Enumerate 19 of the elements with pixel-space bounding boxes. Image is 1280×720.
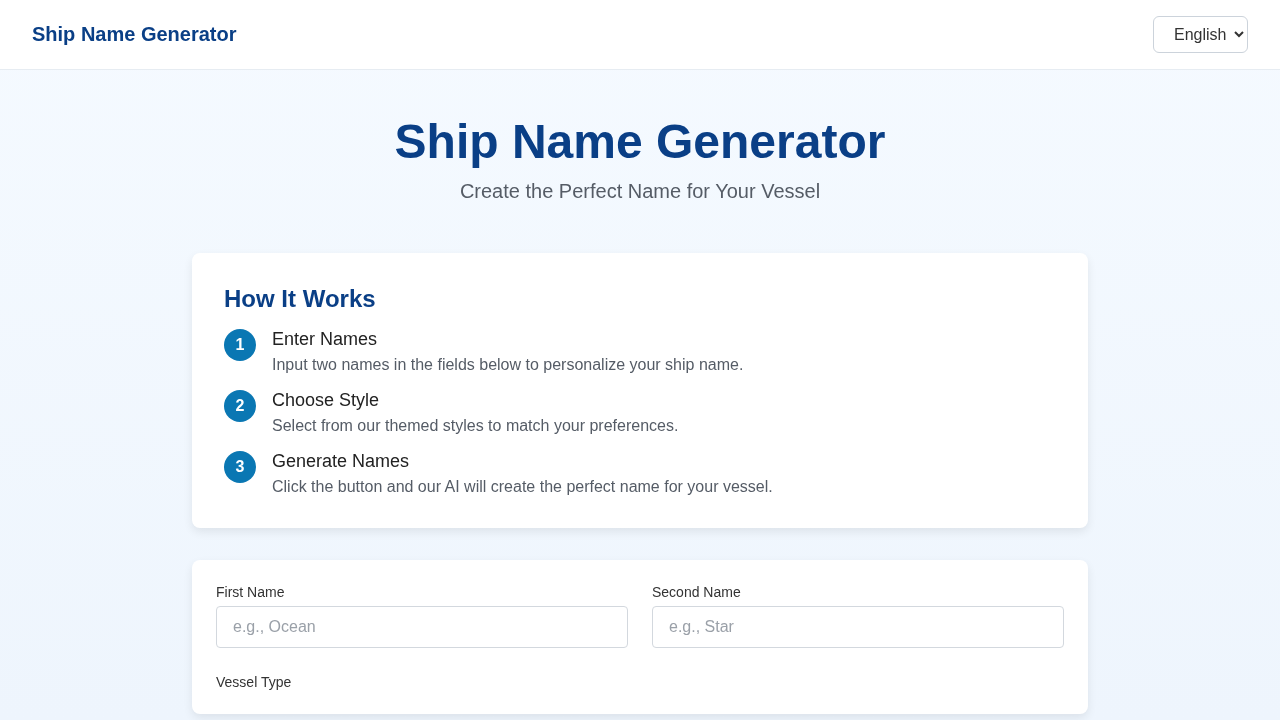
step-title: Choose Style bbox=[272, 390, 381, 411]
language-select[interactable]: English bbox=[1153, 16, 1248, 53]
page-subtitle: Create the Perfect Name for Your Vessel bbox=[458, 180, 822, 203]
brand-title[interactable]: Ship Name Generator bbox=[32, 23, 237, 46]
field-label: Vessel Type bbox=[216, 674, 293, 690]
step-number: 2 bbox=[224, 390, 256, 422]
field-label: Second Name bbox=[652, 584, 742, 600]
field-label: First Name bbox=[216, 584, 286, 600]
step-title: Enter Names bbox=[272, 329, 379, 350]
step-number: 3 bbox=[224, 451, 256, 483]
step-description: Click the button and our AI will create the perfect name for your vessel. bbox=[272, 478, 773, 496]
page-title: Ship Name Generator bbox=[393, 114, 887, 170]
name-input-field[interactable]: e.g., Ocean bbox=[216, 606, 628, 648]
step-description: Select from our themed styles to match your preferences. bbox=[272, 417, 679, 435]
section-title: How It Works bbox=[224, 285, 377, 313]
step-number: 1 bbox=[224, 329, 256, 361]
step-description: Input two names in the fields below to personalize your ship name. bbox=[272, 356, 744, 374]
step-title: Generate Names bbox=[272, 451, 411, 472]
name-input-field[interactable]: e.g., Star bbox=[652, 606, 1064, 648]
